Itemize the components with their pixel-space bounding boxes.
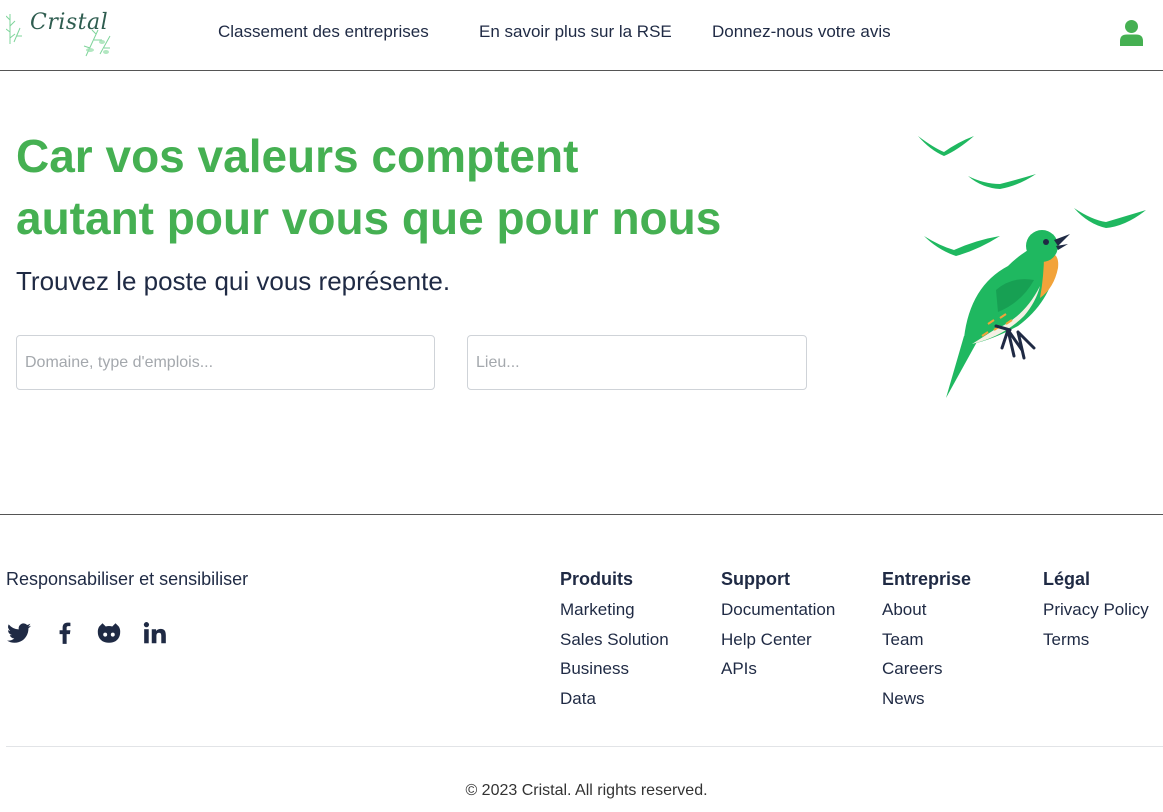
- top-navbar: Cristal Classement des entreprises En sa…: [0, 0, 1163, 71]
- footer-col-company: Entreprise About Team Careers News: [882, 569, 1032, 717]
- footer-link-team[interactable]: Team: [882, 629, 1032, 659]
- user-icon[interactable]: [1119, 19, 1144, 47]
- hero-title: Car vos valeurs comptent autant pour vou…: [16, 125, 816, 249]
- facebook-icon[interactable]: [52, 620, 78, 646]
- cristal-logo[interactable]: Cristal: [6, 6, 114, 60]
- footer-link-data[interactable]: Data: [560, 688, 710, 718]
- footer-col-title: Produits: [560, 569, 634, 589]
- footer-link-privacy-policy[interactable]: Privacy Policy: [1043, 599, 1163, 629]
- footer-link-business[interactable]: Business: [560, 658, 710, 688]
- footer-col-title: Entreprise: [882, 569, 972, 589]
- footer-col-legal: Légal Privacy Policy Terms: [1043, 569, 1163, 658]
- hero-title-line-2: autant pour vous que pour nous: [16, 192, 722, 244]
- footer-link-news[interactable]: News: [882, 688, 1032, 718]
- footer-tagline: Responsabiliser et sensibiliser: [6, 569, 249, 589]
- footer-link-help-center[interactable]: Help Center: [721, 629, 871, 659]
- footer-link-sales-solution[interactable]: Sales Solution: [560, 629, 710, 659]
- footer-link-marketing[interactable]: Marketing: [560, 599, 710, 629]
- copyright-text: © 2023 Cristal. All rights reserved.: [465, 782, 708, 799]
- linkedin-icon[interactable]: [142, 620, 168, 646]
- logo-text: Cristal: [30, 10, 109, 35]
- footer-col-title: Légal: [1043, 569, 1091, 589]
- footer-link-terms[interactable]: Terms: [1043, 629, 1163, 659]
- footer-col-products: Produits Marketing Sales Solution Busine…: [560, 569, 710, 717]
- footer-col-title: Support: [721, 569, 790, 589]
- footer-link-documentation[interactable]: Documentation: [721, 599, 871, 629]
- footer-col-support: Support Documentation Help Center APIs: [721, 569, 871, 688]
- search-domain-input[interactable]: [16, 335, 435, 390]
- search-location-input[interactable]: [467, 335, 807, 390]
- nav-give-feedback[interactable]: Donnez-nous votre avis: [712, 22, 891, 42]
- footer-bottom-divider: [6, 746, 1163, 747]
- nav-company-ranking[interactable]: Classement des entreprises: [218, 22, 429, 42]
- hero-title-line-1: Car vos valeurs comptent: [16, 130, 579, 182]
- twitter-icon[interactable]: [6, 620, 32, 646]
- hero-subtitle: Trouvez le poste qui vous représente.: [16, 266, 451, 296]
- nav-learn-rse[interactable]: En savoir plus sur la RSE: [479, 22, 672, 42]
- footer-link-about[interactable]: About: [882, 599, 1032, 629]
- footer-link-careers[interactable]: Careers: [882, 658, 1032, 688]
- github-icon[interactable]: [96, 620, 122, 646]
- bird-illustration: [912, 126, 1152, 406]
- footer-divider: [0, 514, 1163, 515]
- footer-link-apis[interactable]: APIs: [721, 658, 871, 688]
